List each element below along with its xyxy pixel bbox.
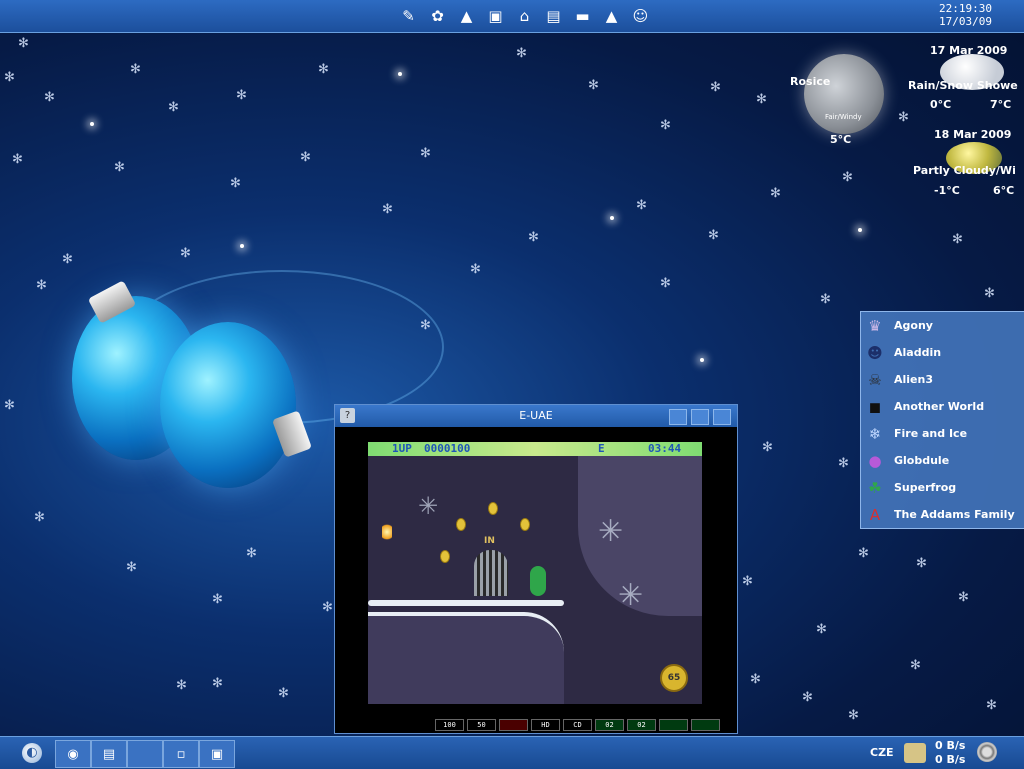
weather-day1-condition: Rain/Snow Showe [908,79,1018,92]
pager-desktop-1[interactable] [127,740,163,768]
game-label: Agony [894,319,933,332]
coin-icon [456,518,466,531]
weather-day2-date: 18 Mar 2009 [934,128,1012,141]
status-led [691,719,720,731]
in-sign: IN [484,536,495,546]
package-icon[interactable]: ▣ [483,4,508,28]
coin-icon [488,502,498,515]
hud-timer: 03:44 [648,442,682,455]
snow-ledge [368,600,564,606]
status-led: 02 [627,719,656,731]
status-led: HD [531,719,560,731]
game-label: The Addams Family [894,508,1015,521]
agony-icon: ♛ [868,316,882,335]
file-manager-task[interactable]: ▤ [91,740,127,768]
status-led [499,719,528,731]
coin-icon [520,518,530,531]
document-icon[interactable]: ▤ [541,4,566,28]
weather-day1-high: 7°C [990,98,1012,111]
hud-energy: E [598,442,605,455]
weather-day2-condition: Partly Cloudy/Wi [913,164,1016,177]
quick-launch: ✎ ✿ ▲ ▣ ⌂ ▤ ▬ ▲ ☺ [396,4,653,28]
network-monitor[interactable]: 0 B/s 0 B/s [935,739,965,767]
game-item[interactable]: ● Globdule [861,447,1024,474]
weather-current-temp: 5°C [830,133,852,146]
status-led: CD [563,719,592,731]
weather-current-condition: Fair/Windy [825,113,862,121]
messenger-icon[interactable]: ☺ [628,4,653,28]
top-panel: ✎ ✿ ▲ ▣ ⌂ ▤ ▬ ▲ ☺ 22:19:30 17/03/09 [0,0,1024,33]
e-uae-task[interactable]: ▣ [199,740,235,768]
clock[interactable]: 22:19:30 17/03/09 [939,2,992,28]
game-item[interactable]: ♛ Agony [861,312,1024,339]
power-icon[interactable] [977,742,997,762]
net-up: 0 B/s [935,753,966,766]
cave-floor [368,612,564,704]
net-down: 0 B/s [935,739,966,752]
coin-icon [440,550,450,563]
game-label: Aladdin [894,346,942,359]
maximize-button[interactable] [691,409,709,425]
game-label: Another World [894,400,985,413]
clock-date: 17/03/09 [939,15,992,28]
clock-time: 22:19:30 [939,2,992,15]
status-led: 100 [435,719,464,731]
game-label: Globdule [894,454,950,467]
text-editor-icon[interactable]: ✎ [396,4,421,28]
hud-player: 1UP [392,442,412,455]
game-item[interactable]: ◼ Another World [861,393,1024,420]
superfrog-icon: ☘ [868,478,882,497]
keyboard-layout[interactable]: CZE [870,746,894,759]
battery-icon[interactable] [904,743,926,763]
hud-score: 0000100 [424,442,471,455]
game-item[interactable]: ☠ Alien3 [861,366,1024,393]
kde-menu-icon[interactable]: ◐ [22,743,42,763]
globdule-icon: ● [868,451,882,470]
window-titlebar[interactable]: ? E-UAE [335,405,737,427]
minimize-button[interactable] [669,409,687,425]
superfrog-sprite [530,566,546,596]
game-item[interactable]: ☻ Aladdin [861,339,1024,366]
weather-day2-high: 6°C [993,184,1015,197]
terminal-icon[interactable]: ▬ [570,4,595,28]
addams-family-icon: A [869,505,881,524]
game-item[interactable]: A The Addams Family [861,501,1024,528]
moon-icon [804,54,884,134]
aladdin-icon: ☻ [867,343,883,362]
cobweb-icon: ✳ [618,578,644,613]
game-item[interactable]: ☘ Superfrog [861,474,1024,501]
cobweb-icon: ✳ [418,492,439,520]
status-led: 02 [595,719,624,731]
game-hud: 1UP 0000100 E 03:44 [368,442,702,456]
dragon-app-icon[interactable]: ✿ [425,4,450,28]
status-led [659,719,688,731]
home-folder-icon[interactable]: ⌂ [512,4,537,28]
game-label: Superfrog [894,481,957,494]
weather-day2-low: -1°C [934,184,960,197]
show-desktop-button[interactable]: ◉ [55,740,91,768]
game-item[interactable]: ❄ Fire and Ice [861,420,1024,447]
e-uae-window[interactable]: ? E-UAE ✳ ✳ ✳ IN 65 1UP 0000100 E 03:44 … [334,404,738,734]
bottom-panel: ◐ ◉ ▤ ▫ ▣ CZE 0 B/s 0 B/s [0,736,1024,769]
weather-location: Rosice [790,75,831,88]
emulator-display[interactable]: ✳ ✳ ✳ IN 65 1UP 0000100 E 03:44 [368,442,702,704]
vlc-icon[interactable]: ▲ [599,4,624,28]
weather-day1-low: 0°C [930,98,952,111]
close-button[interactable] [713,409,731,425]
another-world-icon: ◼ [868,397,882,416]
pager-desktop-2[interactable]: ▫ [163,740,199,768]
game-label: Alien3 [894,373,933,386]
fire-and-ice-icon: ❄ [868,424,882,443]
level-badge: 65 [660,664,688,692]
cobweb-icon: ✳ [598,514,624,549]
game-launcher-list: ♛ Agony ☻ Aladdin ☠ Alien3 ◼ Another World ❄ Fire… [860,311,1024,529]
alien3-icon: ☠ [868,370,882,389]
torch-icon [382,522,392,542]
emulator-status-leds: 100 50 HD CD 02 02 [435,719,720,731]
inkscape-icon[interactable]: ▲ [454,4,479,28]
game-label: Fire and Ice [894,427,968,440]
status-led: 50 [467,719,496,731]
ornament-right [160,322,296,488]
gate-door [474,550,508,596]
